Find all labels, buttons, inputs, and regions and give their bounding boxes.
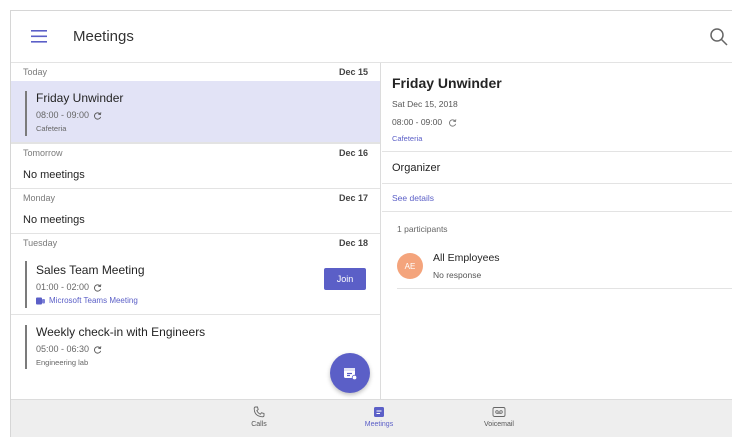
bottom-navigation: Calls Meetings Voicemail	[11, 399, 732, 437]
meeting-item-friday-unwinder[interactable]: Friday Unwinder 08:00 - 09:00 Cafeteria	[11, 81, 380, 143]
voicemail-icon	[492, 407, 506, 417]
day-header-monday: Monday Dec 17	[11, 188, 380, 206]
day-date: Dec 18	[338, 237, 368, 248]
meeting-list: Today Dec 15 Friday Unwinder 08:00 - 09:…	[11, 63, 381, 399]
meeting-indicator-bar	[25, 91, 27, 136]
day-header-tomorrow: Tomorrow Dec 16	[11, 143, 380, 161]
meeting-title: Sales Team Meeting	[36, 263, 145, 277]
teams-meeting-link[interactable]: Microsoft Teams Meeting	[36, 296, 368, 305]
day-label: Tuesday	[23, 237, 58, 248]
nav-meetings[interactable]: Meetings	[349, 406, 409, 428]
day-header-tuesday: Tuesday Dec 18	[11, 233, 380, 251]
participant-info: All Employees No response	[433, 252, 500, 280]
participant-status: No response	[433, 270, 482, 280]
see-details-link[interactable]: See details	[382, 184, 732, 212]
details-location[interactable]: Cafeteria	[392, 134, 732, 151]
details-date: Sat Dec 15, 2018	[392, 99, 458, 109]
app-window: Meetings Today Dec 15 Friday Unwinder 08…	[10, 10, 732, 437]
meeting-time-text: 08:00 - 09:00	[36, 110, 90, 120]
recurring-icon	[449, 118, 457, 127]
meeting-title: Friday Unwinder	[36, 91, 124, 105]
meeting-details-panel: Friday Unwinder Sat Dec 15, 2018 08:00 -…	[382, 63, 732, 399]
teams-link-text: Microsoft Teams Meeting	[49, 296, 138, 305]
recurring-icon	[94, 111, 102, 120]
calendar-add-icon	[344, 368, 357, 380]
details-summary: Friday Unwinder Sat Dec 15, 2018 08:00 -…	[382, 63, 732, 152]
hamburger-menu-button[interactable]	[19, 11, 59, 63]
avatar: AE	[397, 253, 423, 279]
organizer-heading: Organizer	[382, 152, 732, 184]
day-date: Dec 16	[338, 147, 368, 158]
participant-name: All Employees	[433, 252, 500, 264]
participant-item[interactable]: AE All Employees No response	[397, 252, 732, 289]
meeting-time: 08:00 - 09:00	[36, 110, 368, 120]
nav-voicemail[interactable]: Voicemail	[469, 406, 529, 428]
recurring-icon	[94, 345, 102, 354]
recurring-icon	[94, 283, 102, 292]
phone-icon	[253, 406, 265, 418]
day-label: Tomorrow	[23, 147, 63, 158]
day-date: Dec 17	[338, 192, 368, 203]
day-label: Today	[23, 67, 48, 77]
page-title: Meetings	[73, 28, 134, 45]
meeting-indicator-bar	[25, 261, 27, 308]
no-meetings-text: No meetings	[23, 214, 85, 226]
meeting-time-text: 01:00 - 02:00	[36, 282, 90, 292]
nav-label: Meetings	[364, 421, 394, 428]
nav-calls[interactable]: Calls	[229, 406, 289, 428]
meeting-location: Cafeteria	[36, 124, 67, 133]
details-time: 08:00 - 09:00	[392, 117, 732, 127]
app-header: Meetings	[11, 11, 732, 63]
hamburger-icon	[31, 30, 47, 43]
meeting-item-weekly-checkin[interactable]: Weekly check-in with Engineers 05:00 - 0…	[11, 315, 380, 375]
search-icon	[710, 28, 728, 46]
day-header-today: Today Dec 15	[11, 63, 380, 81]
teams-icon	[36, 297, 45, 304]
new-meeting-fab[interactable]	[330, 353, 370, 393]
meeting-time: 05:00 - 06:30	[36, 344, 368, 354]
day-label: Monday	[23, 192, 56, 203]
day-date: Dec 15	[338, 67, 368, 77]
nav-label: Voicemail	[484, 421, 514, 428]
meeting-item-sales-team[interactable]: Sales Team Meeting 01:00 - 02:00 Microso…	[11, 251, 380, 315]
join-button[interactable]: Join	[324, 268, 366, 290]
meeting-location: Engineering lab	[36, 358, 89, 367]
meetings-icon	[374, 407, 384, 417]
meeting-time-text: 05:00 - 06:30	[36, 344, 90, 354]
details-title: Friday Unwinder	[392, 75, 502, 91]
meeting-indicator-bar	[25, 325, 27, 369]
participants-count: 1 participants	[397, 224, 448, 234]
meeting-title: Weekly check-in with Engineers	[36, 325, 206, 339]
details-time-text: 08:00 - 09:00	[392, 117, 443, 127]
search-button[interactable]	[709, 27, 731, 49]
meeting-time: 01:00 - 02:00	[36, 282, 368, 292]
nav-label: Calls	[251, 421, 267, 428]
no-meetings-text: No meetings	[23, 169, 85, 181]
